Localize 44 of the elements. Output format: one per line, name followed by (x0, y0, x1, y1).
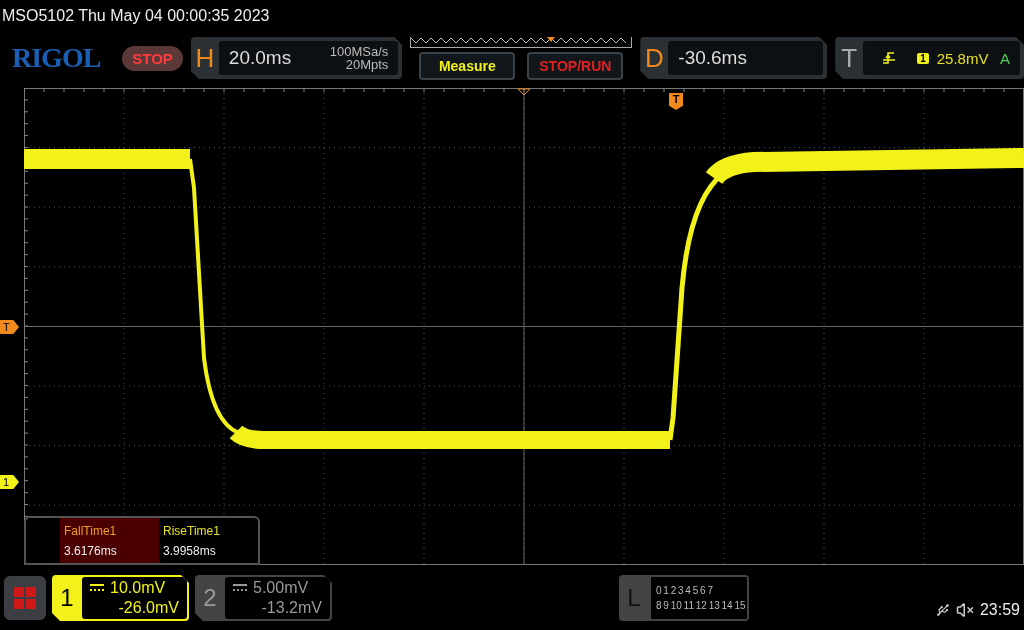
channel-number: 2 (202, 583, 218, 613)
sample-rate: 100MSa/s (329, 45, 389, 58)
measurement-item[interactable]: RiseTime1 3.9958ms (159, 518, 258, 563)
coupling-icon (90, 584, 104, 592)
delay-value: -30.6ms (678, 47, 747, 69)
timebase-value: 20.0ms (228, 47, 292, 69)
window-title: MSO5102 Thu May 04 00:00:35 2023 (1, 6, 271, 26)
channel-number: 1 (59, 583, 75, 613)
channel-scale: 10.0mV (110, 578, 166, 598)
memory-depth: 20Mpts (344, 58, 389, 71)
stop-run-button[interactable]: STOP/RUN (527, 51, 624, 80)
mute-icon[interactable] (955, 601, 974, 619)
grid-icon (13, 586, 37, 610)
logic-channels: 0 1 2 3 4 5 6 7 (656, 585, 714, 596)
logic-channels: 8 9 10 11 12 13 14 15 (656, 600, 747, 611)
trigger-source: 1 (917, 52, 929, 64)
channel-offset: -26.0mV (118, 598, 179, 618)
measurement-item[interactable]: FallTime1 3.6176ms (60, 518, 159, 563)
measurement-name: RiseTime1 (163, 524, 221, 538)
measurement-name: FallTime1 (64, 524, 118, 538)
measure-button[interactable]: Measure (419, 51, 516, 80)
rising-edge-icon (883, 51, 896, 65)
trigger-position-icon (517, 88, 531, 96)
channel-panel[interactable]: 2 5.00mV -13.2mV (195, 575, 332, 621)
channel-offset: -13.2mV (261, 598, 322, 618)
channel-offset-marker[interactable]: 1 (0, 475, 19, 489)
trigger-mode: A (1000, 49, 1010, 67)
usb-icon (935, 603, 950, 617)
clock: 23:59 (979, 601, 1020, 619)
panel-label: T (840, 42, 859, 74)
trigger-panel[interactable]: T 1 25.8mV A (835, 37, 1024, 79)
panel-label: H (194, 42, 216, 74)
measurement-value: 3.6176ms (64, 544, 118, 558)
logo: RIGOL (12, 42, 102, 74)
measurement-value: 3.9958ms (163, 544, 217, 558)
horizontal-panel[interactable]: H 20.0ms 100MSa/s 20Mpts (190, 37, 403, 79)
delay-panel[interactable]: D -30.6ms (640, 37, 828, 79)
channel-panel[interactable]: 1 10.0mV -26.0mV (52, 575, 189, 621)
menu-button[interactable] (4, 576, 46, 620)
panel-label: D (643, 42, 665, 74)
coupling-icon (233, 584, 247, 592)
trigger-level-marker[interactable]: T (0, 320, 19, 334)
channel-scale: 5.00mV (253, 578, 309, 598)
trigger-level: 25.8mV (936, 49, 989, 67)
